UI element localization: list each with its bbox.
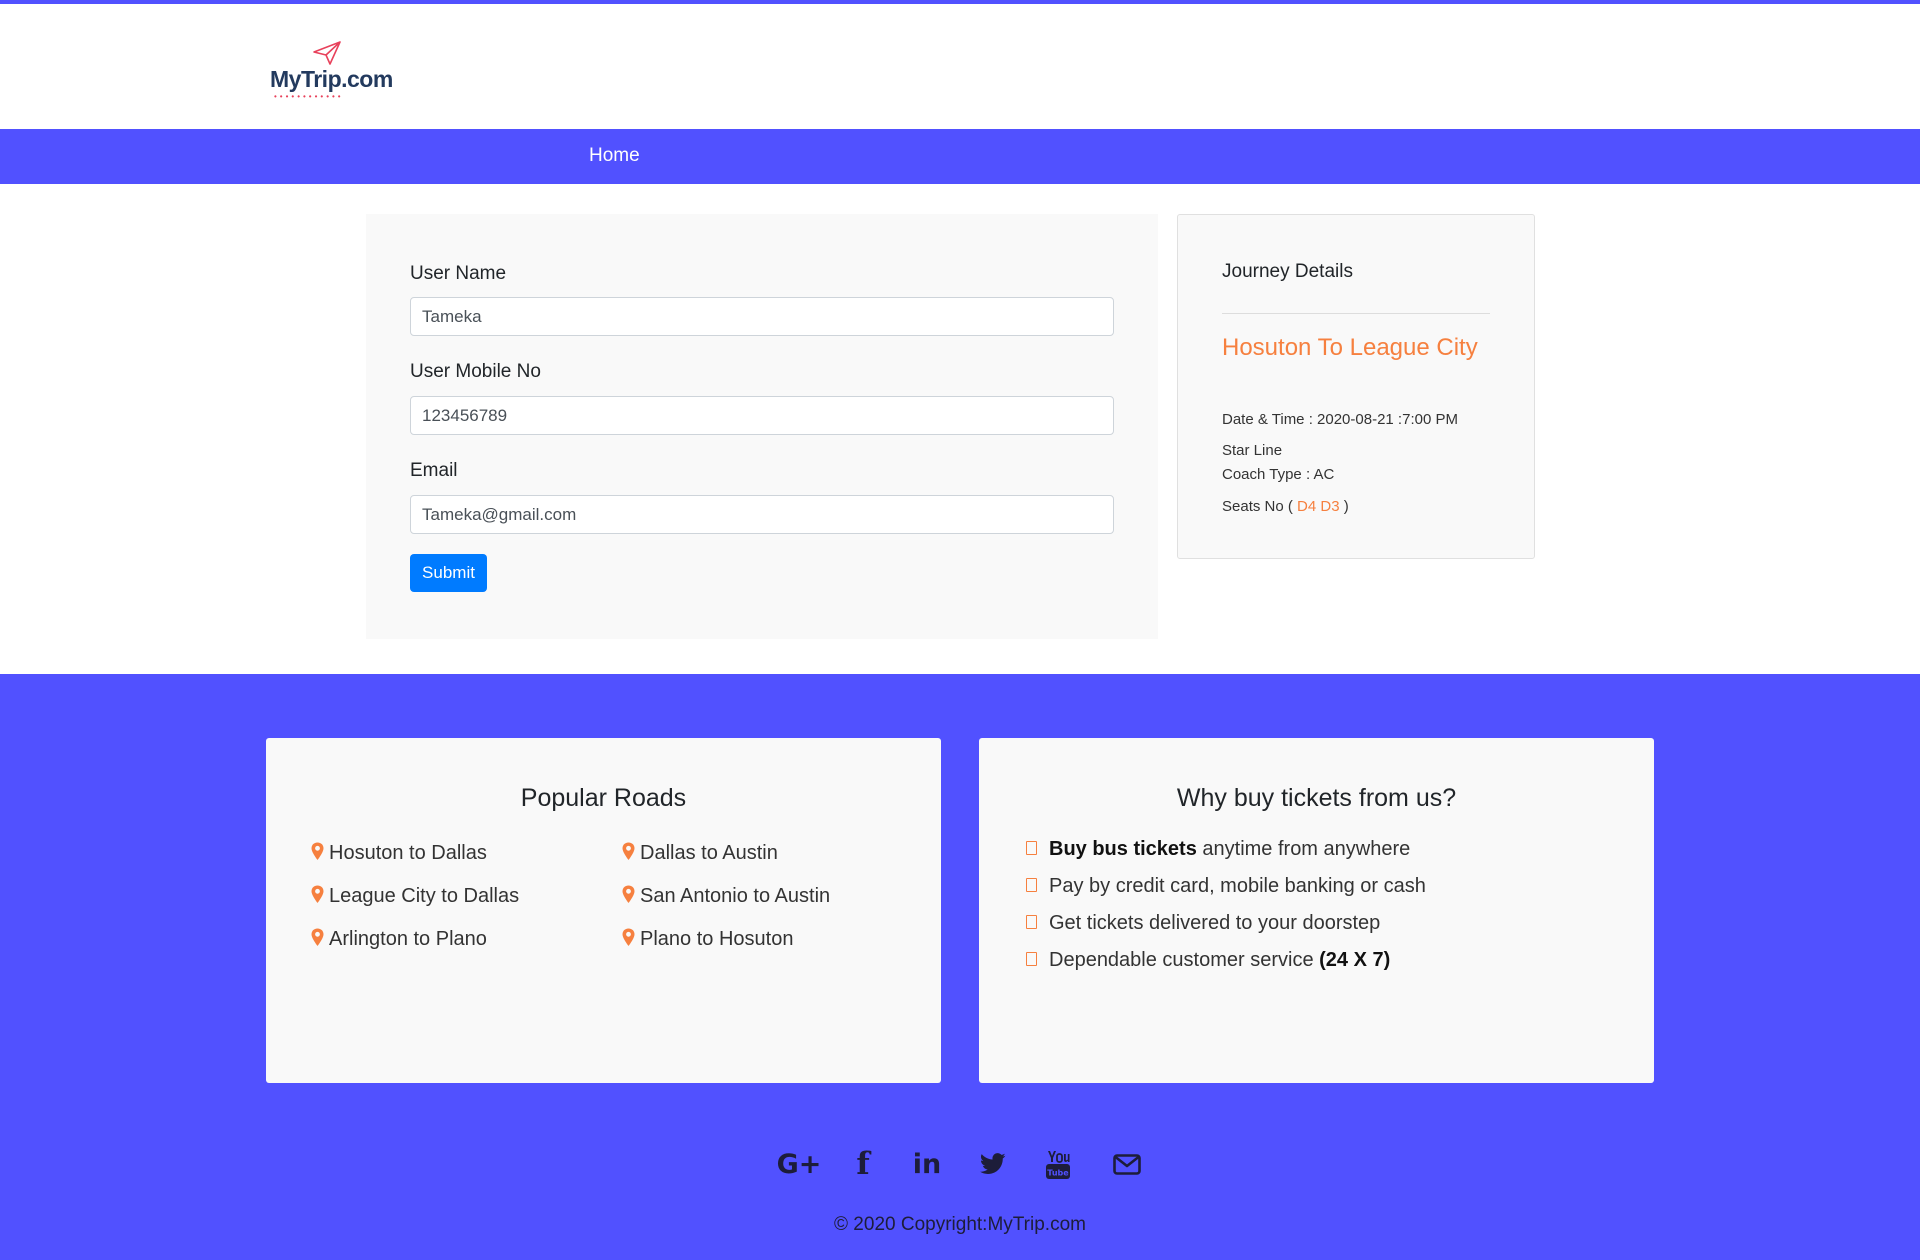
- why-item-text: Get tickets delivered to your doorstep: [1049, 912, 1381, 934]
- linkedin-icon[interactable]: in: [911, 1148, 943, 1180]
- journey-coach-type: Coach Type : AC: [1222, 466, 1335, 483]
- road-link[interactable]: Hosuton to Dallas: [311, 842, 487, 865]
- logo[interactable]: MyTrip.com ••••••••••••: [270, 40, 393, 101]
- seat-numbers: D4 D3: [1297, 498, 1340, 515]
- seats-suffix: ): [1343, 498, 1349, 515]
- navbar: Home: [0, 129, 1920, 184]
- road-link[interactable]: Dallas to Austin: [622, 842, 778, 865]
- road-label: Hosuton to Dallas: [329, 842, 487, 864]
- road-link[interactable]: Plano to Hosuton: [622, 928, 793, 951]
- journey-datetime: Date & Time : 2020-08-21 :7:00 PM: [1222, 411, 1458, 428]
- divider: [1222, 313, 1490, 314]
- why-item-text: anytime from anywhere: [1196, 838, 1411, 860]
- checkbox-icon: [1026, 952, 1037, 966]
- why-item-bold: Buy bus tickets: [1049, 838, 1197, 860]
- seats-prefix: Seats No (: [1222, 498, 1293, 515]
- checkbox-icon: [1026, 841, 1037, 855]
- map-pin-icon: [311, 928, 324, 946]
- road-link[interactable]: Arlington to Plano: [311, 928, 487, 951]
- social-links: G+ f in Tube: [776, 1146, 1146, 1182]
- logo-text: MyTrip.com: [270, 66, 393, 92]
- road-label: Plano to Hosuton: [640, 928, 794, 950]
- journey-route: Hosuton To League City: [1222, 334, 1478, 361]
- email-input[interactable]: [410, 495, 1114, 534]
- submit-button[interactable]: Submit: [410, 554, 487, 592]
- facebook-icon[interactable]: f: [852, 1146, 874, 1182]
- why-buy-card: Why buy tickets from us? Buy bus tickets…: [979, 738, 1654, 1083]
- email-label: Email: [410, 460, 458, 481]
- logo-dots: ••••••••••••: [274, 92, 344, 101]
- journey-title: Journey Details: [1222, 261, 1353, 282]
- google-plus-icon[interactable]: G+: [777, 1148, 822, 1180]
- mobile-input[interactable]: [410, 396, 1114, 435]
- nav-home-link[interactable]: Home: [589, 145, 640, 167]
- road-label: Dallas to Austin: [640, 842, 778, 864]
- twitter-icon[interactable]: [979, 1148, 1007, 1180]
- why-item: Pay by credit card, mobile banking or ca…: [1026, 875, 1426, 898]
- checkbox-icon: [1026, 915, 1037, 929]
- checkbox-icon: [1026, 878, 1037, 892]
- road-label: League City to Dallas: [329, 885, 520, 907]
- youtube-icon[interactable]: Tube: [1044, 1148, 1072, 1180]
- road-label: Arlington to Plano: [329, 928, 487, 950]
- map-pin-icon: [311, 885, 324, 903]
- why-item: Buy bus tickets anytime from anywhere: [1026, 838, 1410, 861]
- email-icon[interactable]: [1112, 1148, 1142, 1180]
- map-pin-icon: [622, 842, 635, 860]
- mobile-label: User Mobile No: [410, 361, 541, 382]
- youtube-shape: Tube: [1046, 1151, 1070, 1179]
- envelope-shape: [1113, 1153, 1141, 1175]
- map-pin-icon: [622, 885, 635, 903]
- user-name-input[interactable]: [410, 297, 1114, 336]
- road-link[interactable]: League City to Dallas: [311, 885, 519, 908]
- journey-details-card: Journey Details Hosuton To League City D…: [1177, 214, 1535, 559]
- why-buy-title: Why buy tickets from us?: [1176, 784, 1457, 812]
- copyright: © 2020 Copyright:MyTrip.com: [834, 1214, 1086, 1235]
- booking-form: User Name User Mobile No Email Submit: [366, 214, 1158, 639]
- header: MyTrip.com ••••••••••••: [0, 4, 1920, 129]
- svg-text:Tube: Tube: [1047, 1169, 1069, 1178]
- popular-roads-card: Popular Roads Hosuton to Dallas Dallas t…: [266, 738, 941, 1083]
- why-item-bold: (24 X 7): [1319, 949, 1391, 971]
- road-link[interactable]: San Antonio to Austin: [622, 885, 830, 908]
- why-item-text: Pay by credit card, mobile banking or ca…: [1049, 875, 1426, 897]
- journey-seats: Seats No ( D4 D3 ): [1222, 498, 1349, 515]
- why-item: Dependable customer service (24 X 7): [1026, 949, 1390, 972]
- footer: Popular Roads Hosuton to Dallas Dallas t…: [0, 674, 1920, 1260]
- paper-plane-icon: [313, 41, 341, 65]
- user-name-label: User Name: [410, 263, 507, 284]
- journey-operator: Star Line: [1222, 442, 1283, 459]
- popular-roads-title: Popular Roads: [520, 784, 687, 812]
- map-pin-icon: [622, 928, 635, 946]
- why-item-text: Dependable customer service: [1049, 949, 1320, 971]
- twitter-bird-shape: [980, 1153, 1006, 1174]
- road-label: San Antonio to Austin: [640, 885, 831, 907]
- why-item: Get tickets delivered to your doorstep: [1026, 912, 1380, 935]
- map-pin-icon: [311, 842, 324, 860]
